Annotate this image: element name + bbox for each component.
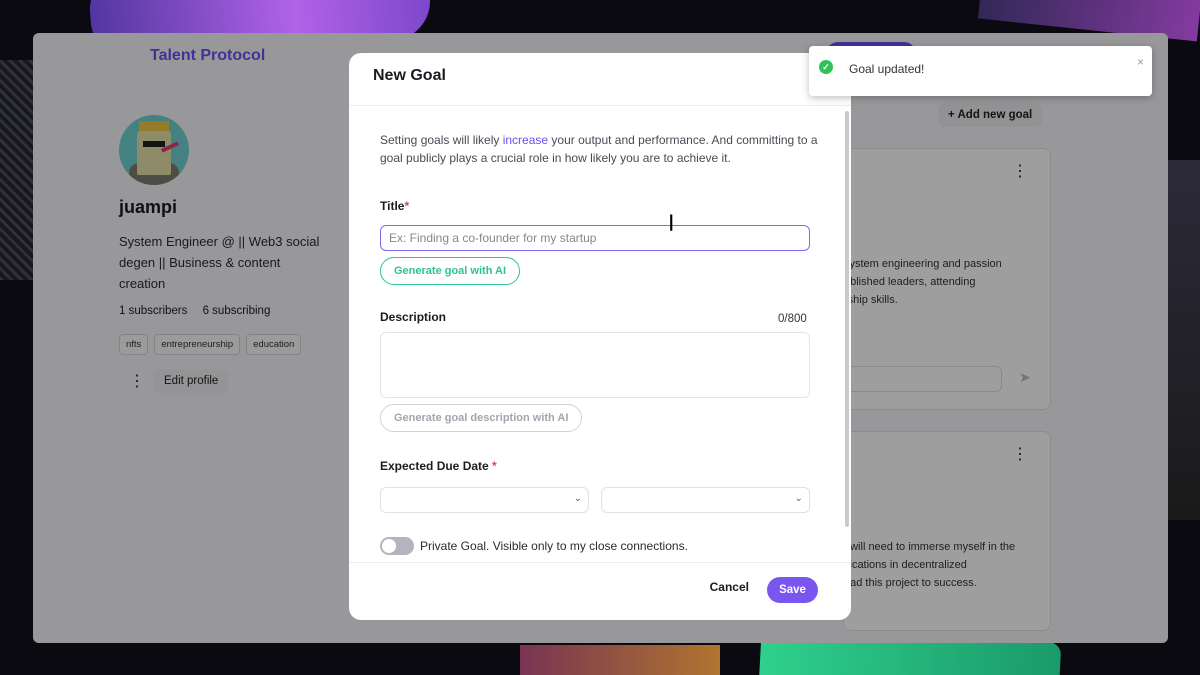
goal-description-input[interactable] (380, 332, 810, 398)
cancel-button[interactable]: Cancel (710, 580, 749, 594)
new-goal-modal: New Goal Setting goals will likely incre… (349, 53, 851, 620)
private-goal-label: Private Goal. Visible only to my close c… (420, 539, 688, 553)
save-button[interactable]: Save (767, 577, 818, 603)
increase-link[interactable]: increase (503, 133, 548, 147)
goal-title-input[interactable] (380, 225, 810, 251)
description-label: Description (380, 310, 447, 324)
modal-title: New Goal (373, 67, 446, 84)
check-circle-icon: ✓ (819, 60, 833, 74)
bg-shape (520, 645, 720, 675)
title-label: Title* (380, 199, 410, 213)
toast-notification: ✓ Goal updated! × (809, 46, 1152, 96)
close-icon[interactable]: × (1137, 55, 1144, 69)
text-cursor-icon: Ι (668, 212, 675, 237)
due-date-month-select[interactable]: ⌄ (380, 487, 589, 513)
modal-header: New Goal (349, 53, 851, 106)
modal-intro-text: Setting goals will likely increase your … (380, 133, 818, 165)
private-goal-toggle[interactable] (380, 537, 414, 555)
modal-scrollbar[interactable] (845, 111, 849, 527)
chevron-down-icon: ⌄ (573, 493, 582, 504)
chevron-down-icon: ⌄ (794, 493, 803, 504)
required-mark: * (404, 199, 410, 213)
due-date-year-select[interactable]: ⌄ (601, 487, 810, 513)
generate-description-ai-button[interactable]: Generate goal description with AI (380, 404, 583, 432)
modal-footer: Cancel Save (349, 562, 851, 620)
generate-goal-ai-button[interactable]: Generate goal with AI (380, 257, 521, 285)
toast-message: Goal updated! (849, 62, 925, 76)
description-char-counter: 0/800 (778, 313, 807, 325)
due-date-label: Expected Due Date * (380, 459, 497, 473)
